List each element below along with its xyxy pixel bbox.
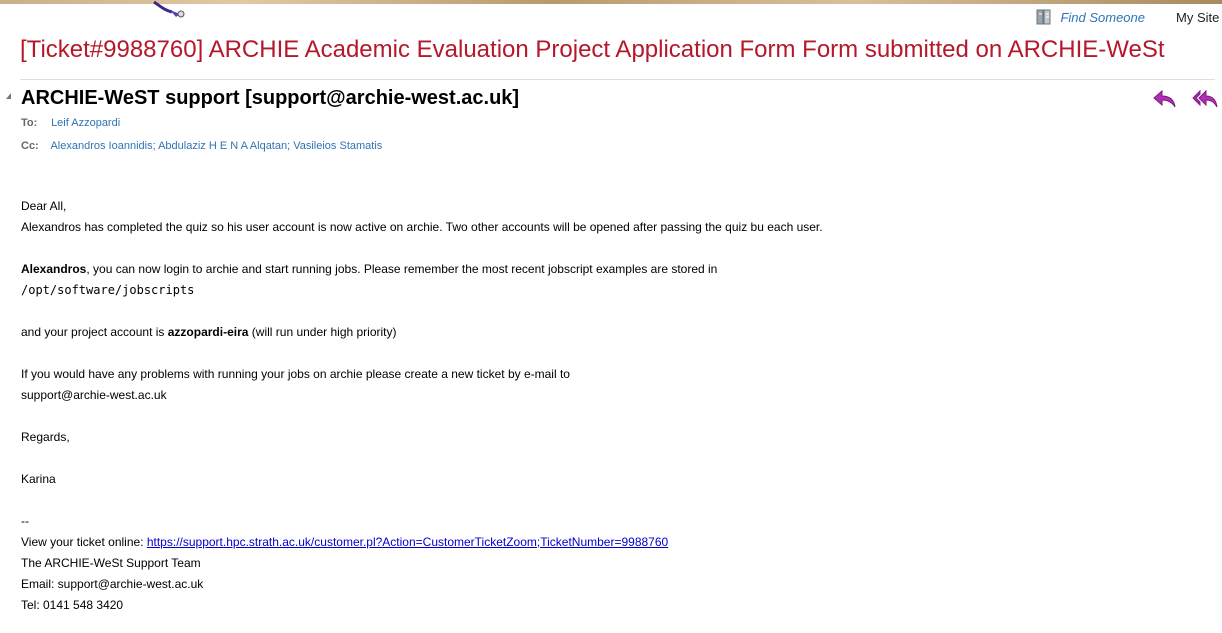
body-name-bold: Alexandros <box>21 262 87 276</box>
signature-team: The ARCHIE-WeSt Support Team <box>21 556 201 570</box>
to-label: To: <box>21 117 38 129</box>
reply-actions <box>1152 88 1218 110</box>
body-line-login: Alexandros, you can now login to archie … <box>21 259 1201 280</box>
banner-figure-icon <box>153 0 185 18</box>
reply-all-icon[interactable] <box>1192 88 1218 110</box>
to-row: To: Leif Azzopardi <box>21 116 120 130</box>
find-someone-link[interactable]: Find Someone <box>1035 9 1145 25</box>
to-recipient[interactable]: Leif Azzopardi <box>51 117 120 129</box>
view-ticket-label: View your ticket online: <box>21 535 147 549</box>
ticket-link[interactable]: https://support.hpc.strath.ac.uk/custome… <box>147 535 668 549</box>
top-nav: Find Someone My Site <box>1035 8 1222 26</box>
signature-tel: Tel: 0141 548 3420 <box>21 598 124 612</box>
cc-recipients[interactable]: Alexandros Ioannidis; Abdulaziz H E N A … <box>50 140 382 152</box>
email-subject: [Ticket#9988760] ARCHIE Academic Evaluat… <box>20 36 1165 63</box>
body-support-email: support@archie-west.ac.uk <box>21 388 167 402</box>
email-sender: ARCHIE-WeST support [support@archie-west… <box>21 87 520 109</box>
body-line-problems: If you would have any problems with runn… <box>21 367 570 381</box>
find-someone-label: Find Someone <box>1060 9 1145 25</box>
body-line-quiz: Alexandros has completed the quiz so his… <box>21 220 823 234</box>
my-site-link[interactable]: My Site <box>1176 10 1222 25</box>
reply-icon[interactable] <box>1152 88 1178 110</box>
jobscripts-path: /opt/software/jobscripts <box>21 283 195 297</box>
view-ticket-line: View your ticket online: https://support… <box>21 532 1201 553</box>
regards: Regards, <box>21 430 70 444</box>
cc-label: Cc: <box>21 140 39 152</box>
address-book-icon <box>1036 9 1051 25</box>
collapse-header-toggle[interactable] <box>6 93 11 99</box>
project-pre: and your project account is <box>21 325 168 339</box>
email-body: Dear All, Alexandros has completed the q… <box>21 196 1201 616</box>
body-line-project: and your project account is azzopardi-ei… <box>21 322 1201 343</box>
project-post: (will run under high priority) <box>248 325 397 339</box>
greeting: Dear All, <box>21 199 67 213</box>
subject-divider <box>20 79 1215 80</box>
signature-separator: -- <box>21 514 29 528</box>
signature-email: Email: support@archie-west.ac.uk <box>21 577 204 591</box>
project-account: azzopardi-eira <box>167 325 249 339</box>
signer-name: Karina <box>21 472 56 486</box>
cc-row: Cc: Alexandros Ioannidis; Abdulaziz H E … <box>21 139 382 153</box>
body-line-login-text: , you can now login to archie and start … <box>86 262 718 276</box>
